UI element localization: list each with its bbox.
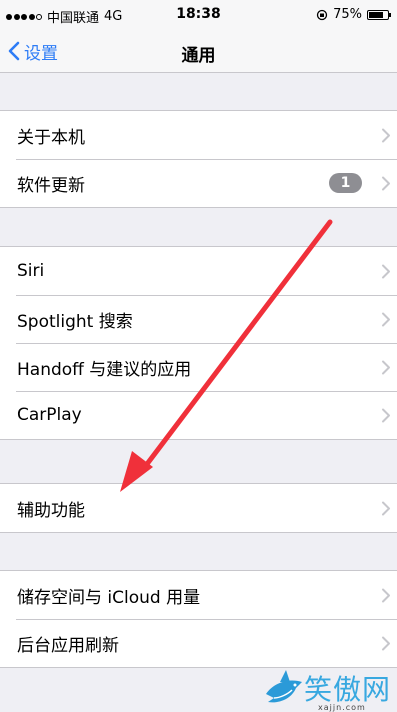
- row-label: 后台应用刷新: [17, 635, 119, 656]
- chevron-right-icon: [382, 501, 390, 516]
- shark-logo-icon: [266, 670, 302, 703]
- chevron-right-icon: [382, 264, 390, 279]
- chevron-right-icon: [382, 636, 390, 651]
- chevron-right-icon: [382, 128, 390, 143]
- row-storage-icloud[interactable]: 储存空间与 iCloud 用量: [0, 571, 397, 619]
- row-label: 关于本机: [17, 127, 85, 148]
- row-carplay[interactable]: CarPlay: [0, 391, 397, 439]
- row-label: 辅助功能: [17, 500, 85, 521]
- row-background-refresh[interactable]: 后台应用刷新: [0, 619, 397, 667]
- row-label: Spotlight 搜索: [17, 311, 133, 332]
- update-count-badge: 1: [329, 173, 362, 193]
- chevron-right-icon: [382, 408, 390, 423]
- status-bar: 中国联通 4G 18:38 75%: [0, 0, 397, 30]
- battery-percent: 75%: [333, 7, 362, 22]
- row-label: Handoff 与建议的应用: [17, 359, 192, 380]
- chevron-right-icon: [382, 312, 390, 327]
- settings-group-about: 关于本机 软件更新 1: [0, 110, 397, 208]
- page-title: 通用: [181, 46, 216, 66]
- watermark-logo: 笑傲网 xajjn.com: [262, 668, 392, 712]
- settings-group-accessibility: 辅助功能: [0, 483, 397, 533]
- settings-group-storage: 储存空间与 iCloud 用量 后台应用刷新: [0, 570, 397, 668]
- row-label: 储存空间与 iCloud 用量: [17, 587, 201, 608]
- row-spotlight[interactable]: Spotlight 搜索: [0, 295, 397, 343]
- chevron-right-icon: [382, 588, 390, 603]
- row-siri[interactable]: Siri: [0, 247, 397, 295]
- watermark-url: xajjn.com: [318, 703, 366, 712]
- settings-group-search: Siri Spotlight 搜索 Handoff 与建议的应用 CarPlay: [0, 246, 397, 440]
- status-right: 75%: [316, 7, 391, 22]
- row-software-update[interactable]: 软件更新 1: [0, 159, 397, 207]
- battery-icon: [367, 9, 391, 20]
- navigation-bar: 设置 通用: [0, 30, 397, 73]
- row-about[interactable]: 关于本机: [0, 111, 397, 159]
- row-label: Siri: [17, 261, 45, 281]
- row-handoff[interactable]: Handoff 与建议的应用: [0, 343, 397, 391]
- watermark-text: 笑傲网: [304, 673, 392, 706]
- chevron-right-icon: [382, 360, 390, 375]
- row-label: CarPlay: [17, 405, 82, 425]
- orientation-lock-icon: [316, 9, 328, 20]
- chevron-right-icon: [382, 176, 390, 191]
- row-label: 软件更新: [17, 175, 85, 196]
- row-accessibility[interactable]: 辅助功能: [0, 484, 397, 532]
